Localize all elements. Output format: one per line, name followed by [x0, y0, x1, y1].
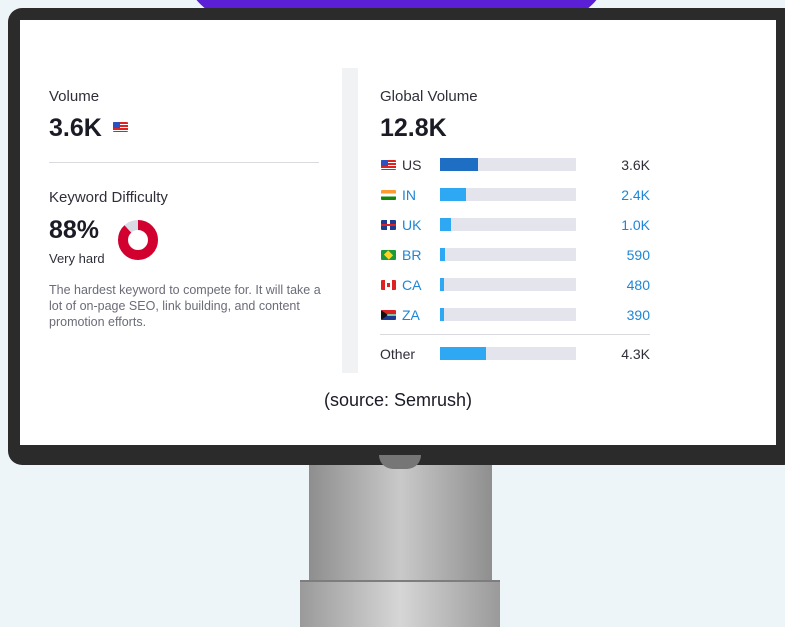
- left-divider: [49, 162, 319, 163]
- country-bar-track: [440, 188, 576, 201]
- monitor-stand-base: [300, 580, 500, 627]
- keyword-difficulty-label: Keyword Difficulty: [49, 189, 168, 206]
- country-code-in[interactable]: IN: [402, 187, 416, 203]
- country-value-in[interactable]: 2.4K: [570, 187, 650, 203]
- country-bar-track: [440, 218, 576, 231]
- country-code-br[interactable]: BR: [402, 247, 421, 263]
- in-flag-icon: [381, 190, 396, 200]
- volume-value: 3.6K: [49, 114, 102, 142]
- za-flag-icon: [381, 310, 396, 320]
- country-bar-fill: [440, 218, 451, 231]
- keyword-difficulty-percent: 88%: [49, 216, 100, 244]
- country-code-uk[interactable]: UK: [402, 217, 421, 233]
- country-value-us: 3.6K: [621, 157, 650, 173]
- volume-label: Volume: [49, 88, 100, 105]
- other-bar-track: [440, 347, 576, 360]
- br-flag-icon: [381, 250, 396, 260]
- country-bar-fill: [440, 158, 479, 171]
- country-value-uk[interactable]: 1.0K: [570, 217, 650, 233]
- country-value-br[interactable]: 590: [570, 247, 650, 263]
- country-bar-track: [440, 308, 576, 321]
- country-code-za[interactable]: ZA: [402, 307, 420, 323]
- us-flag-icon: [381, 160, 396, 170]
- keyword-difficulty-description: The hardest keyword to compete for. It w…: [49, 283, 321, 329]
- other-bar-fill: [440, 347, 487, 360]
- global-volume-label: Global Volume: [380, 88, 478, 105]
- keyword-difficulty-level: Very hard: [49, 251, 105, 266]
- source-caption: (source: Semrush): [323, 390, 473, 410]
- country-bar-fill: [440, 188, 466, 201]
- country-bar-fill: [440, 248, 446, 261]
- country-value-ca[interactable]: 480: [570, 277, 650, 293]
- other-label: Other: [380, 346, 416, 362]
- country-bar-fill: [440, 278, 445, 291]
- country-bar-track: [440, 158, 576, 171]
- country-bar-track: [440, 278, 576, 291]
- other-value: 4.3K: [621, 346, 650, 362]
- country-code-ca[interactable]: CA: [402, 277, 421, 293]
- monitor-screen: Volume 3.6K Keyword Difficulty 88% Very …: [20, 20, 776, 445]
- global-volume-value: 12.8K: [380, 114, 447, 142]
- ca-flag-icon: [381, 280, 396, 290]
- country-bar-fill: [440, 308, 445, 321]
- country-code-us: US: [402, 157, 422, 173]
- us-flag-icon: [113, 122, 128, 132]
- other-divider: [380, 334, 650, 335]
- uk-flag-icon: [381, 220, 396, 230]
- difficulty-donut-chart: [118, 220, 158, 260]
- vertical-separator: [342, 68, 358, 373]
- country-value-za[interactable]: 390: [570, 307, 650, 323]
- donut-fill: [118, 220, 158, 260]
- monitor-stand: [309, 465, 492, 580]
- country-bar-track: [440, 248, 576, 261]
